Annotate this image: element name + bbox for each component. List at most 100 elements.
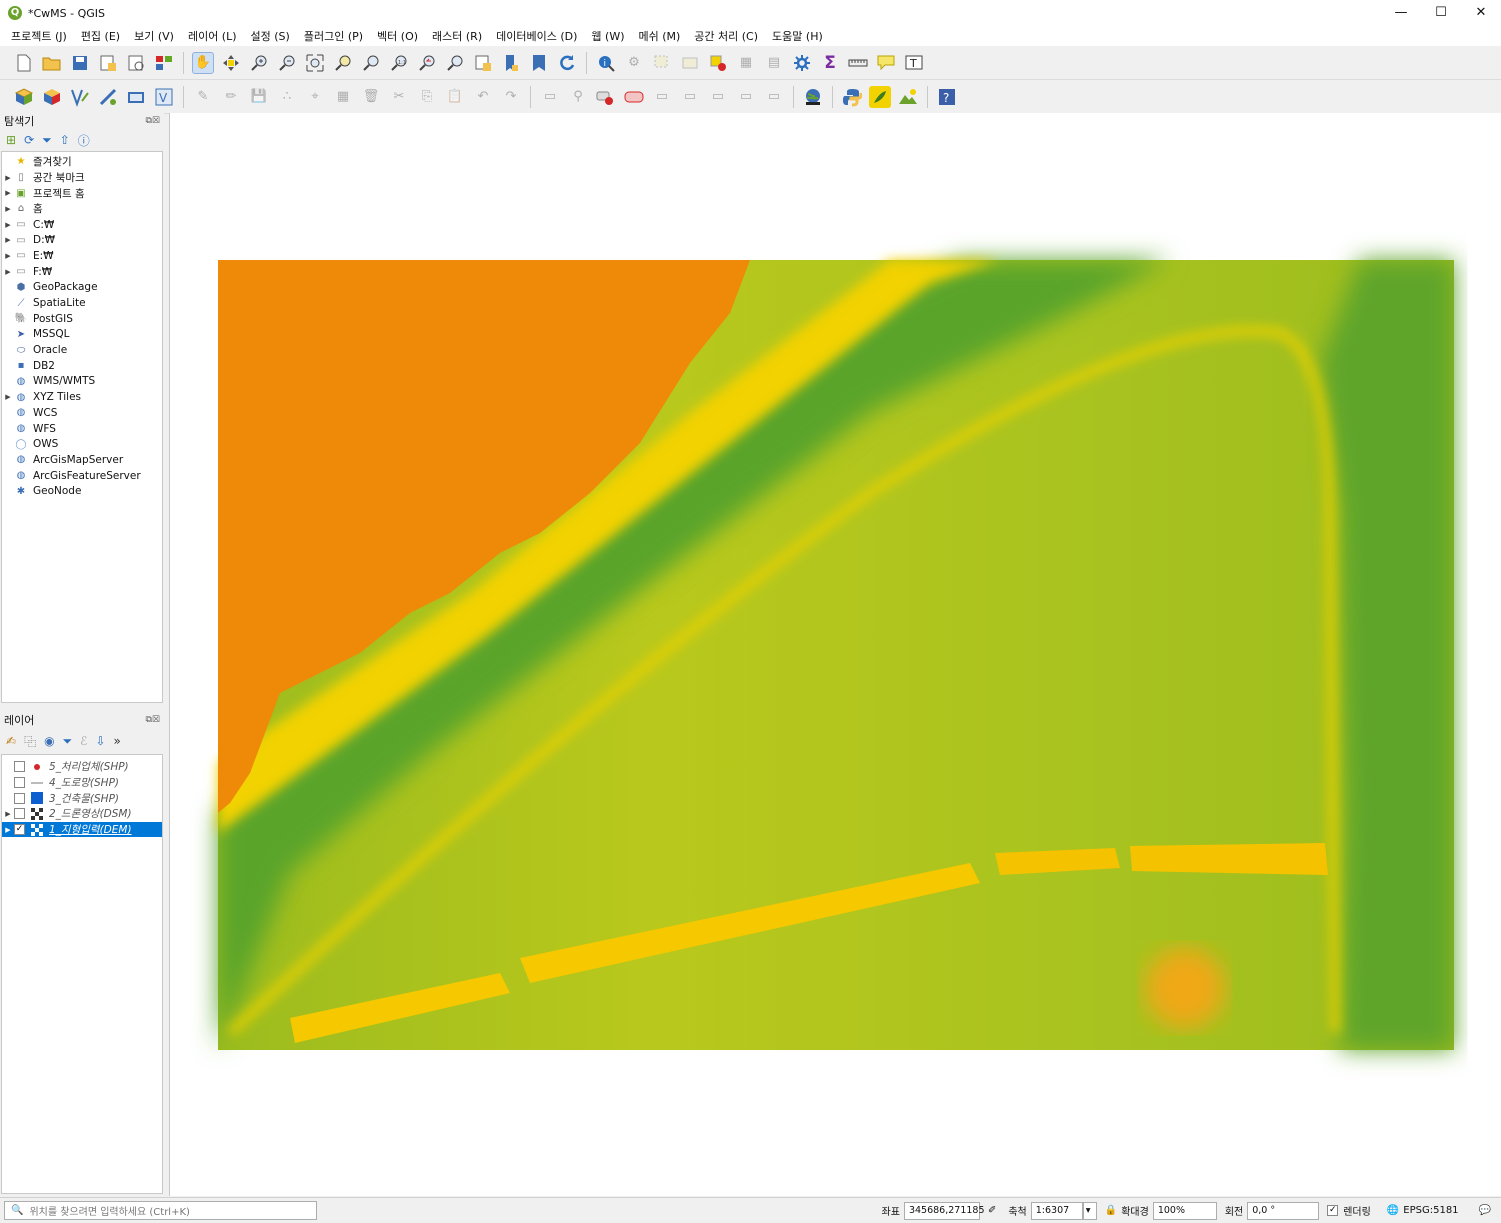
label-tool-icon[interactable]: ▭	[539, 86, 561, 108]
open-layer-styling-icon[interactable]: ✍	[6, 734, 16, 748]
cut-features-icon[interactable]: ✂	[388, 86, 410, 108]
new-shapefile-layer-icon[interactable]	[69, 86, 91, 108]
layer-row-selected[interactable]: ▶ ✓ 1_지형입력(DEM)	[2, 821, 162, 838]
collapse-all-icon[interactable]: ⇧	[60, 133, 70, 147]
toggle-editing-icon[interactable]: ✏	[220, 86, 242, 108]
refresh-icon[interactable]	[556, 52, 578, 74]
browser-item[interactable]: ▶ ▭ E:₩	[2, 248, 162, 264]
zoom-last-icon[interactable]	[416, 52, 438, 74]
highlight-pinned-labels-icon[interactable]	[595, 86, 617, 108]
layer-visibility-checkbox[interactable]	[14, 792, 25, 804]
rotate-label-icon[interactable]: ▭	[679, 86, 701, 108]
save-project-icon[interactable]	[69, 52, 91, 74]
menu-plugins[interactable]: 플러그인 (P)	[297, 28, 370, 44]
browser-item[interactable]: ⟋ SpatiaLite	[2, 295, 162, 311]
filter-icon[interactable]: ⏷	[42, 133, 52, 148]
layer-row[interactable]: 5_처리업체(SHP)	[2, 759, 162, 775]
crs-label[interactable]: EPSG:5181	[1403, 1205, 1458, 1216]
filter-legend-icon[interactable]: ⏷	[63, 734, 73, 749]
new-temporary-layer-icon[interactable]	[125, 86, 147, 108]
browser-item[interactable]: ▶ ⌂ 홈	[2, 201, 162, 217]
run-action-icon[interactable]: ⚙	[623, 52, 645, 74]
scale-combobox[interactable]: 1:6307	[1030, 1201, 1083, 1220]
panel-float-close-icon[interactable]: ⧉☒	[146, 715, 161, 725]
rotation-spinbox[interactable]: 0,0 °	[1247, 1201, 1320, 1220]
new-print-layout-icon[interactable]	[97, 52, 119, 74]
label-properties-icon[interactable]: ▭	[763, 86, 785, 108]
zoom-to-layer-icon[interactable]	[360, 52, 382, 74]
measure-line-icon[interactable]	[847, 52, 869, 74]
browser-item[interactable]: ⬭ Oracle	[2, 342, 162, 358]
browser-item[interactable]: ▶ ▯ 공간 북마크	[2, 170, 162, 186]
menu-view[interactable]: 보기 (V)	[127, 28, 181, 44]
show-hide-labels-icon[interactable]	[623, 86, 645, 108]
select-by-value-icon[interactable]	[679, 52, 701, 74]
zoom-next-icon[interactable]	[444, 52, 466, 74]
processing-toolbox-icon[interactable]	[791, 52, 813, 74]
paste-features-icon[interactable]: 📋	[444, 86, 466, 108]
help-contents-icon[interactable]: ?	[936, 86, 958, 108]
more-tools-icon[interactable]: »	[114, 734, 121, 748]
browser-item[interactable]: ★ 즐겨찾기	[2, 154, 162, 170]
open-project-icon[interactable]	[41, 52, 63, 74]
toggle-extents-icon[interactable]: ✐	[988, 1205, 996, 1216]
add-group-icon[interactable]: ⿻	[24, 733, 36, 750]
expand-arrow-icon[interactable]: ▶	[2, 826, 14, 834]
zoom-to-selection-icon[interactable]	[332, 52, 354, 74]
plugin-terrain-icon[interactable]	[897, 86, 919, 108]
new-virtual-layer-icon[interactable]: V	[153, 86, 175, 108]
menu-web[interactable]: 웹 (W)	[584, 28, 631, 44]
expand-arrow-icon[interactable]: ▶	[2, 221, 14, 229]
copy-features-icon[interactable]: ⎘	[416, 86, 438, 108]
browser-item[interactable]: ◍ ArcGisFeatureServer	[2, 468, 162, 484]
modify-attributes-icon[interactable]: ▦	[332, 86, 354, 108]
menu-database[interactable]: 데이터베이스 (D)	[489, 28, 584, 44]
browser-item[interactable]: ◍ WMS/WMTS	[2, 374, 162, 390]
browser-item[interactable]: 🐘 PostGIS	[2, 311, 162, 327]
globe-plugin-icon[interactable]	[802, 86, 824, 108]
expand-arrow-icon[interactable]: ▶	[2, 236, 14, 244]
menu-settings[interactable]: 설정 (S)	[244, 28, 297, 44]
layer-visibility-checkbox[interactable]	[14, 808, 25, 820]
deselect-all-icon[interactable]	[707, 52, 729, 74]
minimize-button[interactable]: —	[1381, 0, 1421, 26]
save-layer-edits-icon[interactable]: 💾	[248, 86, 270, 108]
expand-all-icon[interactable]: ⇩	[95, 734, 105, 748]
new-map-view-icon[interactable]	[472, 52, 494, 74]
refresh-icon[interactable]: ⟳	[24, 133, 34, 147]
identify-features-icon[interactable]: i	[595, 52, 617, 74]
browser-item[interactable]: ◯ OWS	[2, 436, 162, 452]
layer-row[interactable]: 3_건축물(SHP)	[2, 790, 162, 806]
layer-visibility-checkbox[interactable]	[14, 761, 25, 773]
move-diagram-icon[interactable]: ▭	[735, 86, 757, 108]
expand-arrow-icon[interactable]: ▶	[2, 268, 14, 276]
vertex-tool-icon[interactable]: ⌖	[304, 86, 326, 108]
layer-visibility-checkbox[interactable]	[14, 777, 25, 789]
text-annotation-icon[interactable]: T	[903, 52, 925, 74]
panel-float-close-icon[interactable]: ⧉☒	[146, 116, 161, 126]
current-edits-icon[interactable]: ✎	[192, 86, 214, 108]
menu-edit[interactable]: 편집 (E)	[74, 28, 127, 44]
browser-item[interactable]: ▶ ▣ 프로젝트 홈	[2, 185, 162, 201]
locator-search-input[interactable]: 🔍 위치를 찾으려면 입력하세요 (Ctrl+K)	[4, 1201, 317, 1220]
layer-row[interactable]: ▶ 2_드론영상(DSM)	[2, 806, 162, 822]
browser-item[interactable]: ➤ MSSQL	[2, 327, 162, 343]
menu-raster[interactable]: 래스터 (R)	[425, 28, 489, 44]
zoom-out-icon[interactable]	[276, 52, 298, 74]
map-tips-icon[interactable]	[875, 52, 897, 74]
menu-layer[interactable]: 레이어 (L)	[181, 28, 244, 44]
magnifier-spinbox[interactable]: 100%	[1152, 1201, 1217, 1220]
browser-item[interactable]: ✱ GeoNode	[2, 483, 162, 499]
show-bookmarks-icon[interactable]	[528, 52, 550, 74]
style-manager-icon[interactable]	[153, 52, 175, 74]
browser-item[interactable]: ◍ WCS	[2, 405, 162, 421]
maximize-button[interactable]: ☐	[1421, 0, 1461, 26]
expand-arrow-icon[interactable]: ▶	[2, 252, 14, 260]
layer-visibility-checkbox[interactable]: ✓	[14, 824, 25, 836]
open-attribute-table-icon[interactable]: ▦	[735, 52, 757, 74]
pan-to-selection-icon[interactable]	[220, 52, 242, 74]
browser-item[interactable]: ▶ ▭ D:₩	[2, 232, 162, 248]
zoom-in-icon[interactable]	[248, 52, 270, 74]
messages-icon[interactable]: 💬	[1479, 1205, 1491, 1216]
browser-item[interactable]: ⬢ GeoPackage	[2, 280, 162, 296]
